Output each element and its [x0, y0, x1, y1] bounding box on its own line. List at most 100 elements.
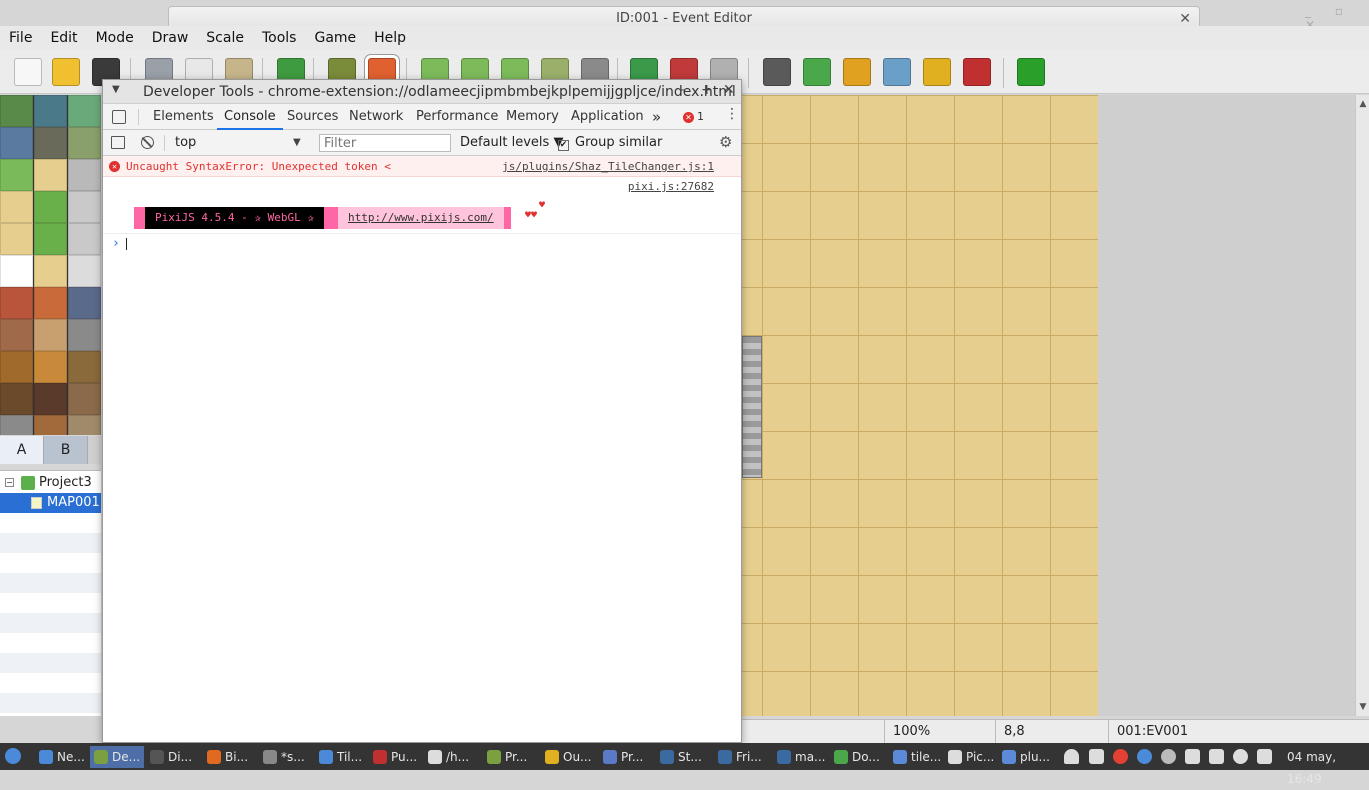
error-source-link[interactable]: js/plugins/Shaz_TileChanger.js:1: [502, 156, 714, 177]
tile-swatch[interactable]: [0, 415, 33, 435]
tab-console[interactable]: Console: [217, 104, 283, 130]
scroll-down-icon[interactable]: ▼: [1356, 700, 1369, 714]
tab-a[interactable]: A: [0, 436, 44, 464]
taskbar-item[interactable]: Pu...: [369, 746, 423, 768]
tile-swatch[interactable]: [68, 159, 101, 191]
error-count-badge[interactable]: ✕ 1: [683, 110, 704, 123]
tile-swatch[interactable]: [34, 351, 67, 383]
tile-swatch[interactable]: [0, 351, 33, 383]
taskbar-item[interactable]: Pr...: [599, 746, 653, 768]
database-icon[interactable]: [763, 58, 791, 86]
tab-network[interactable]: Network: [349, 104, 403, 130]
tile-swatch[interactable]: [0, 127, 33, 159]
tab-elements[interactable]: Elements: [153, 104, 214, 130]
tab-b[interactable]: B: [44, 436, 88, 464]
customize-menu-icon[interactable]: ⋮: [725, 106, 739, 122]
taskbar-item[interactable]: tile...: [889, 746, 943, 768]
group-similar-checkbox[interactable]: ✔ Group similar: [558, 130, 662, 156]
tile-swatch[interactable]: [0, 191, 33, 223]
taskbar-item[interactable]: St...: [656, 746, 710, 768]
notification-icon[interactable]: [1064, 749, 1079, 764]
pixi-link[interactable]: http://www.pixijs.com/: [337, 207, 504, 229]
console-error-message[interactable]: ✕ Uncaught SyntaxError: Unexpected token…: [103, 156, 741, 177]
tile-swatch[interactable]: [68, 287, 101, 319]
menu-help[interactable]: Help: [365, 26, 415, 50]
taskbar-item[interactable]: /h...: [424, 746, 478, 768]
checkbox-icon[interactable]: ✔: [558, 140, 569, 151]
map-canvas[interactable]: [742, 95, 1355, 716]
show-sidebar-icon[interactable]: [111, 136, 125, 149]
taskbar-item[interactable]: Do...: [830, 746, 884, 768]
menu-tools[interactable]: Tools: [253, 26, 306, 50]
chrome-blue-icon[interactable]: [1137, 749, 1152, 764]
tile-swatch[interactable]: [0, 159, 33, 191]
tile-swatch[interactable]: [34, 223, 67, 255]
tree-project[interactable]: − Project3: [0, 473, 101, 493]
tile-swatch[interactable]: [0, 319, 33, 351]
collapse-icon[interactable]: −: [5, 478, 14, 487]
console-prompt[interactable]: ›: [103, 233, 741, 253]
clear-console-icon[interactable]: [141, 136, 154, 149]
start-menu-icon[interactable]: [5, 748, 21, 764]
menu-scale[interactable]: Scale: [197, 26, 253, 50]
taskbar-item[interactable]: Til...: [315, 746, 369, 768]
tab-performance[interactable]: Performance: [416, 104, 498, 130]
tile-swatch[interactable]: [34, 415, 67, 435]
filter-input[interactable]: [319, 134, 451, 152]
tile-swatch[interactable]: [68, 255, 101, 287]
log-levels-dropdown[interactable]: Default levels ▼: [460, 130, 563, 156]
tile-swatch[interactable]: [0, 223, 33, 255]
taskbar-item[interactable]: plu...: [998, 746, 1050, 768]
pixi-source-link[interactable]: pixi.js:27682: [628, 178, 714, 196]
tile-swatch[interactable]: [0, 95, 33, 127]
window-controls[interactable]: _ ▫ ✕: [1305, 4, 1365, 32]
tile-swatch[interactable]: [34, 255, 67, 287]
context-selector[interactable]: top ▼: [169, 134, 309, 152]
tile-swatch[interactable]: [0, 255, 33, 287]
network-icon[interactable]: [1185, 749, 1200, 764]
tree-map-item[interactable]: MAP001: [0, 493, 101, 513]
tile-swatch[interactable]: [68, 351, 101, 383]
tile-swatch[interactable]: [68, 319, 101, 351]
tab-memory[interactable]: Memory: [506, 104, 559, 130]
power-icon[interactable]: [1233, 749, 1248, 764]
scroll-up-icon[interactable]: ▲: [1356, 97, 1369, 111]
minimize-button[interactable]: –: [679, 82, 686, 98]
gear-icon[interactable]: ⚙: [719, 133, 732, 151]
taskbar-item[interactable]: Pr...: [483, 746, 537, 768]
tile-swatch[interactable]: [68, 127, 101, 159]
chrome-icon[interactable]: [1113, 749, 1128, 764]
taskbar-item[interactable]: Pic...: [944, 746, 998, 768]
tile-swatch[interactable]: [0, 287, 33, 319]
transfer-icon[interactable]: [1209, 749, 1224, 764]
menu-mode[interactable]: Mode: [87, 26, 143, 50]
tile-swatch[interactable]: [68, 383, 101, 415]
tile-swatch[interactable]: [34, 95, 67, 127]
clock[interactable]: 04 may, 16:49: [1287, 746, 1369, 790]
open-project-icon[interactable]: [52, 58, 80, 86]
inspect-element-icon[interactable]: [112, 110, 126, 124]
close-button[interactable]: ✕: [723, 82, 735, 98]
tile-swatch[interactable]: [68, 95, 101, 127]
window-menu-icon[interactable]: ▼: [112, 84, 120, 95]
tile-swatch[interactable]: [34, 319, 67, 351]
playtest-icon[interactable]: [1017, 58, 1045, 86]
menu-edit[interactable]: Edit: [41, 26, 86, 50]
mail-icon[interactable]: [1089, 749, 1104, 764]
vertical-scrollbar[interactable]: ▲ ▼: [1355, 95, 1369, 716]
tile-swatch[interactable]: [68, 191, 101, 223]
taskbar-item[interactable]: Di...: [146, 746, 200, 768]
tile-swatch[interactable]: [34, 127, 67, 159]
more-tabs-icon[interactable]: »: [652, 104, 661, 130]
menu-file[interactable]: File: [0, 26, 41, 50]
menu-draw[interactable]: Draw: [143, 26, 198, 50]
tile-swatch[interactable]: [34, 191, 67, 223]
tab-application[interactable]: Application: [571, 104, 644, 130]
taskbar-item[interactable]: ma...: [773, 746, 827, 768]
taskbar-item[interactable]: De...: [90, 746, 144, 768]
resource-manager-icon[interactable]: [923, 58, 951, 86]
menu-game[interactable]: Game: [305, 26, 365, 50]
maximize-button[interactable]: +: [701, 82, 713, 98]
sound-test-icon[interactable]: [843, 58, 871, 86]
taskbar-item[interactable]: Bi...: [203, 746, 257, 768]
